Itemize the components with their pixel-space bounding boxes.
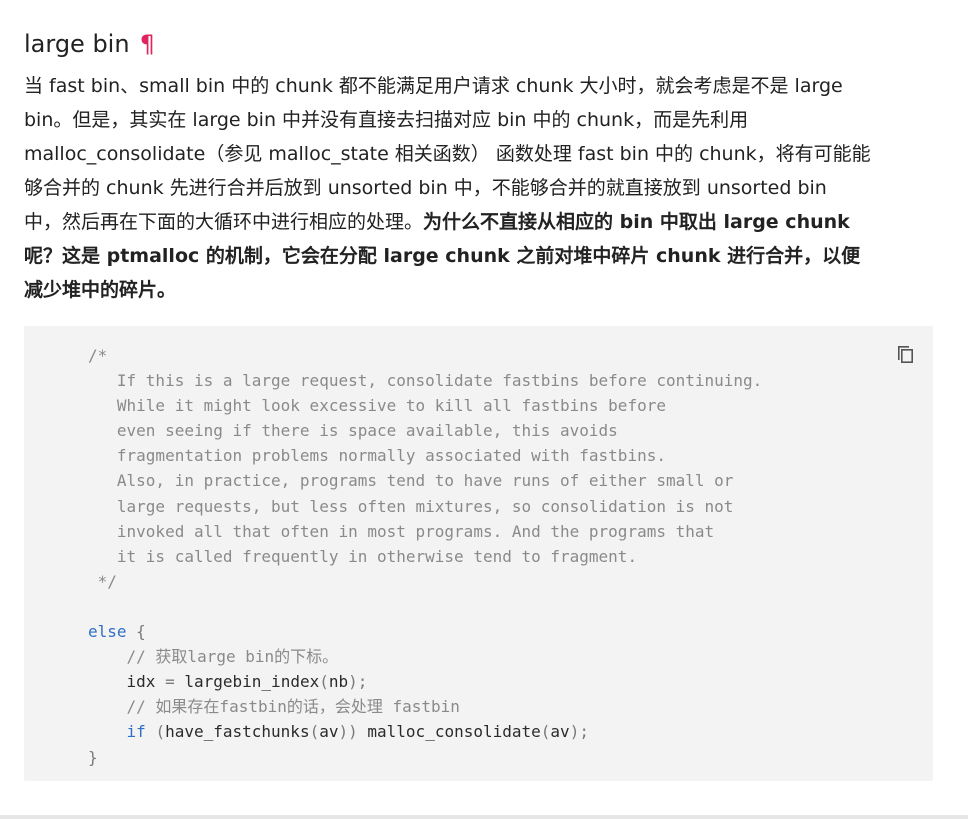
- paragraph-line-1: 当 fast bin、small bin 中的 chunk 都不能满足用户请求 …: [24, 75, 843, 97]
- body-paragraph: 当 fast bin、small bin 中的 chunk 都不能满足用户请求 …: [24, 69, 932, 307]
- comment-line: If this is a large request, consolidate …: [88, 371, 763, 391]
- function-call: largebin_index: [184, 672, 320, 692]
- comment-line: fragmentation problems normally associat…: [88, 446, 666, 466]
- paren: );: [348, 672, 368, 692]
- comment-line: it is called frequently in otherwise ten…: [88, 546, 638, 566]
- comment-close: */: [88, 571, 117, 591]
- paragraph-bold-line-5: 为什么不直接从相应的 bin 中取出 large chunk: [423, 211, 850, 233]
- comment-open: /*: [88, 346, 108, 365]
- code-identifier: av: [319, 722, 339, 742]
- paren: (: [309, 722, 320, 742]
- paragraph-bold-line-6: 呢？这是 ptmalloc 的机制，它会在分配 large chunk 之前对堆…: [24, 245, 861, 267]
- function-call: malloc_consolidate: [367, 722, 541, 742]
- copy-icon: [898, 346, 913, 363]
- open-brace: {: [136, 622, 146, 642]
- close-brace: }: [88, 747, 98, 767]
- inline-comment: // 获取large bin的下标。: [126, 647, 339, 667]
- code-content[interactable]: /* If this is a large request, consolida…: [88, 343, 762, 770]
- assign-operator: =: [165, 672, 175, 692]
- code-identifier: av: [550, 722, 570, 742]
- inline-comment: // 如果存在fastbin的话，会处理 fastbin: [126, 697, 460, 717]
- paragraph-bold-line-7: 减少堆中的碎片。: [24, 279, 177, 301]
- code-identifier: nb: [328, 672, 349, 692]
- paren: );: [569, 722, 589, 742]
- comment-line: Also, in practice, programs tend to have…: [88, 471, 734, 491]
- code-block: /* If this is a large request, consolida…: [24, 326, 933, 781]
- function-call: have_fastchunks: [165, 722, 310, 742]
- paragraph-line-5: 中，然后再在下面的大循环中进行相应的处理。: [24, 211, 424, 233]
- comment-line: invoked all that often in most programs.…: [88, 521, 715, 541]
- paragraph-line-3: malloc_consolidate（参见 malloc_state 相关函数）…: [24, 143, 871, 165]
- paren: (: [155, 722, 166, 742]
- heading-anchor-link[interactable]: ¶: [140, 30, 155, 58]
- paragraph-line-4: 够合并的 chunk 先进行合并后放到 unsorted bin 中，不能够合并…: [24, 177, 827, 199]
- bottom-divider: [0, 815, 968, 819]
- paren: (: [540, 722, 551, 742]
- code-identifier: idx: [126, 672, 156, 692]
- copy-button[interactable]: [895, 341, 917, 365]
- comment-line: even seeing if there is space available,…: [88, 421, 618, 441]
- section-title: large bin: [24, 29, 130, 58]
- paragraph-line-2: bin。但是，其实在 large bin 中并没有直接去扫描对应 bin 中的 …: [24, 109, 749, 131]
- section-heading: large bin ¶: [24, 30, 155, 58]
- paren: )): [338, 722, 358, 742]
- comment-line: While it might look excessive to kill al…: [88, 396, 666, 416]
- if-keyword: if: [126, 722, 146, 742]
- paren: (: [319, 672, 329, 692]
- else-keyword: else: [88, 622, 127, 642]
- comment-line: large requests, but less often mixtures,…: [88, 496, 734, 516]
